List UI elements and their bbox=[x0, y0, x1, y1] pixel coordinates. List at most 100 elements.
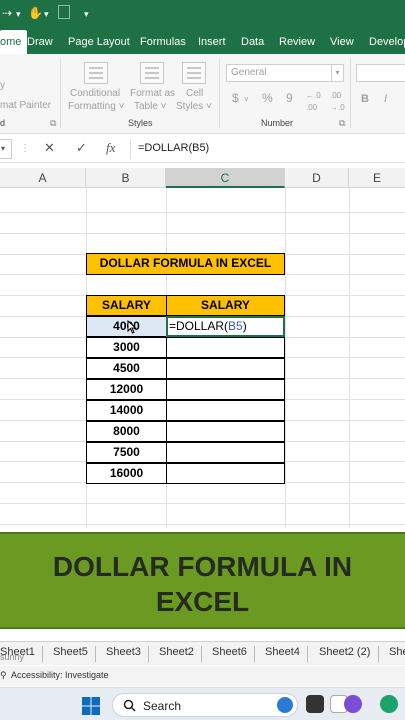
salary-cell-b11[interactable]: 7500 bbox=[86, 442, 167, 463]
windows-start-icon[interactable] bbox=[82, 697, 100, 715]
customize-quick-access-icon[interactable]: ▾ bbox=[84, 9, 89, 20]
cell-styles-label-2[interactable]: Styles ˅ bbox=[176, 101, 212, 113]
currency-button[interactable]: $ bbox=[232, 92, 239, 104]
salary-cell-c12[interactable] bbox=[166, 463, 285, 484]
sheet-tab-sheet2[interactable]: Sheet2 bbox=[159, 646, 194, 658]
sheet-tab-sheet2-copy[interactable]: Sheet2 (2) bbox=[319, 646, 370, 658]
search-label: Search bbox=[143, 699, 182, 713]
column-header-e[interactable]: E bbox=[349, 168, 405, 188]
enter-icon[interactable]: ✓ bbox=[76, 140, 87, 156]
salary-cell-c7[interactable] bbox=[166, 358, 285, 379]
touch-mode-icon[interactable]: ✋ bbox=[28, 6, 43, 20]
tab-formulas[interactable]: Formulas bbox=[140, 30, 186, 54]
quick-access-dropdown-icon[interactable]: ▾ bbox=[44, 9, 49, 20]
tab-developer[interactable]: Develop bbox=[369, 30, 405, 54]
tab-page-layout[interactable]: Page Layout bbox=[68, 30, 130, 54]
format-as-table-icon[interactable] bbox=[140, 62, 164, 84]
taskbar: Search bbox=[0, 687, 405, 720]
insert-function-icon[interactable]: fx bbox=[106, 140, 115, 156]
salary-cell-b8[interactable]: 12000 bbox=[86, 379, 167, 400]
cell-styles-icon[interactable] bbox=[182, 62, 206, 84]
ribbon: y mat Painter d ⧉ Conditional Formatting… bbox=[0, 54, 405, 134]
chat-icon[interactable] bbox=[344, 695, 362, 713]
format-as-table-label-1[interactable]: Format as bbox=[130, 88, 175, 100]
more-options-icon[interactable]: ⋮ bbox=[20, 143, 30, 154]
chevron-down-icon: ▾ bbox=[331, 65, 343, 81]
salary-cell-b7[interactable]: 4500 bbox=[86, 358, 167, 379]
status-user: sunny bbox=[0, 652, 25, 662]
name-box[interactable]: ▾ bbox=[0, 139, 12, 159]
cell-styles-label-1[interactable]: Cell bbox=[186, 88, 203, 100]
sheet-tab-sheet4[interactable]: Sheet4 bbox=[265, 646, 300, 658]
bold-button[interactable]: B bbox=[361, 93, 369, 105]
tab-insert[interactable]: Insert bbox=[198, 30, 226, 54]
conditional-formatting-label-2[interactable]: Formatting ˅ bbox=[68, 101, 124, 113]
tab-draw[interactable]: Draw bbox=[27, 30, 53, 54]
grid-line bbox=[285, 188, 286, 528]
grid-line bbox=[0, 503, 405, 504]
font-select[interactable] bbox=[356, 64, 405, 82]
salary-cell-b9[interactable]: 14000 bbox=[86, 400, 167, 421]
copy-label[interactable]: y bbox=[0, 80, 5, 92]
taskbar-search[interactable]: Search bbox=[112, 693, 298, 717]
sheet-tab-sheet5[interactable]: Sheet5 bbox=[53, 646, 88, 658]
increase-decimal-icon[interactable]: ←.0.00 bbox=[306, 90, 321, 114]
number-launcher-icon[interactable]: ⧉ bbox=[339, 118, 345, 129]
conditional-formatting-icon[interactable] bbox=[84, 62, 108, 84]
formula-input[interactable]: =DOLLAR(B5) bbox=[138, 142, 209, 154]
column-header-b[interactable]: B bbox=[86, 168, 166, 188]
tab-review[interactable]: Review bbox=[279, 30, 315, 54]
tab-home[interactable]: ome bbox=[0, 30, 28, 54]
salary-cell-b10[interactable]: 8000 bbox=[86, 421, 167, 442]
sheet-tab-sheet6[interactable]: Sheet6 bbox=[212, 646, 247, 658]
salary-cell-c6[interactable] bbox=[166, 337, 285, 358]
sheet-tab-partial[interactable]: She bbox=[389, 646, 405, 658]
header-cell-c[interactable]: SALARY bbox=[166, 295, 285, 316]
column-header-d[interactable]: D bbox=[285, 168, 349, 188]
header-cell-b[interactable]: SALARY bbox=[86, 295, 167, 316]
clipboard-group-label: d bbox=[0, 118, 6, 128]
conditional-formatting-label-1[interactable]: Conditional bbox=[70, 88, 120, 100]
salary-cell-c11[interactable] bbox=[166, 442, 285, 463]
salary-cell-b12[interactable]: 16000 bbox=[86, 463, 167, 484]
decrease-decimal-icon[interactable]: .00 →.0 bbox=[330, 90, 345, 114]
number-format-select[interactable]: General ▾ bbox=[226, 64, 344, 82]
quick-access-dropdown-icon[interactable]: ▾ bbox=[16, 9, 21, 20]
grid-line bbox=[0, 233, 405, 234]
edge-icon[interactable] bbox=[380, 695, 398, 713]
salary-cell-c10[interactable] bbox=[166, 421, 285, 442]
column-header-a[interactable]: A bbox=[0, 168, 86, 188]
column-header-c[interactable]: C bbox=[166, 168, 285, 188]
bing-icon[interactable] bbox=[277, 697, 293, 713]
sheet-title-cell[interactable]: DOLLAR FORMULA IN EXCEL bbox=[86, 253, 285, 275]
tutorial-banner: DOLLAR FORMULA IN EXCEL bbox=[0, 532, 405, 629]
accessibility-icon[interactable]: ⚲ bbox=[0, 670, 7, 681]
italic-button[interactable]: I bbox=[384, 93, 387, 105]
ribbon-tabs: ome Draw Page Layout Formulas Insert Dat… bbox=[0, 30, 405, 54]
comma-style-button[interactable]: 9 bbox=[286, 92, 293, 104]
chevron-down-icon[interactable]: ˅ bbox=[244, 94, 249, 106]
salary-cell-b6[interactable]: 3000 bbox=[86, 337, 167, 358]
task-view-icon[interactable] bbox=[306, 695, 324, 713]
percent-button[interactable]: % bbox=[262, 92, 273, 104]
clipboard-launcher-icon[interactable]: ⧉ bbox=[50, 118, 56, 129]
tab-data[interactable]: Data bbox=[241, 30, 264, 54]
salary-cell-c9[interactable] bbox=[166, 400, 285, 421]
format-painter-label[interactable]: mat Painter bbox=[0, 100, 51, 112]
grid-line bbox=[0, 524, 405, 525]
tab-view[interactable]: View bbox=[330, 30, 354, 54]
active-cell-c5[interactable]: =DOLLAR(B5) bbox=[166, 316, 285, 337]
quick-access-icon[interactable]: ⇢ bbox=[2, 6, 12, 20]
status-bar: sunny ⚲ Accessibility: Investigate bbox=[0, 652, 405, 686]
cancel-icon[interactable]: ✕ bbox=[44, 140, 55, 156]
ribbon-divider bbox=[350, 58, 351, 128]
salary-cell-c8[interactable] bbox=[166, 379, 285, 400]
tab-divider bbox=[254, 646, 255, 662]
number-group-label: Number bbox=[261, 118, 294, 128]
accessibility-status[interactable]: Accessibility: Investigate bbox=[11, 670, 109, 680]
sheet-tab-sheet3[interactable]: Sheet3 bbox=[106, 646, 141, 658]
format-as-table-label-2[interactable]: Table ˅ bbox=[134, 101, 167, 113]
save-icon[interactable] bbox=[58, 5, 70, 19]
grid-line bbox=[349, 188, 350, 528]
tab-divider bbox=[42, 646, 43, 662]
